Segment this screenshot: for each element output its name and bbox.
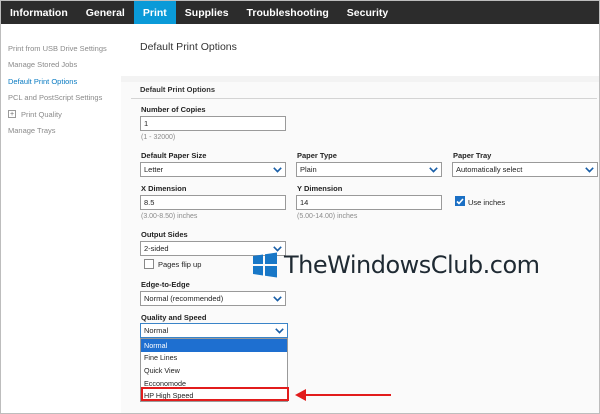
sidebar-item-default-print-options[interactable]: Default Print Options: [1, 73, 121, 90]
copies-hint: (1 - 32000): [141, 134, 176, 141]
edge-to-edge-label: Edge-to-Edge: [141, 280, 190, 289]
sidebar-item-print-quality[interactable]: + Print Quality: [1, 106, 121, 123]
copies-label: Number of Copies: [141, 105, 206, 114]
chevron-down-icon: [270, 163, 285, 176]
chevron-down-icon: [582, 163, 597, 176]
dropdown-option-quick-view[interactable]: Quick View: [141, 364, 287, 377]
tab-security[interactable]: Security: [338, 1, 397, 24]
sidebar-item-label: Print Quality: [21, 109, 62, 119]
quality-speed-value: Normal: [144, 326, 169, 335]
quality-speed-select[interactable]: Normal: [140, 323, 288, 338]
tab-information[interactable]: Information: [1, 1, 77, 24]
output-sides-label: Output Sides: [141, 230, 188, 239]
paper-tray-label: Paper Tray: [453, 151, 492, 160]
sidebar-item-usb-settings[interactable]: Print from USB Drive Settings: [1, 40, 121, 57]
paper-size-value: Letter: [144, 165, 164, 174]
chevron-down-icon: [272, 324, 287, 337]
x-dimension-hint: (3.00-8.50) inches: [141, 213, 198, 220]
copies-input[interactable]: 1: [140, 116, 286, 131]
printer-web-ui: Information General Print Supplies Troub…: [0, 0, 600, 414]
y-dimension-input[interactable]: 14: [296, 195, 442, 210]
dropdown-option-normal[interactable]: Normal: [141, 339, 287, 352]
divider: [131, 98, 597, 99]
edge-to-edge-select[interactable]: Normal (recommended): [140, 291, 286, 306]
left-arrow-icon: [295, 389, 391, 401]
y-dimension-label: Y Dimension: [297, 184, 343, 193]
top-tab-bar: Information General Print Supplies Troub…: [1, 1, 599, 24]
sidebar-item-pcl-postscript[interactable]: PCL and PostScript Settings: [1, 90, 121, 107]
page-title: Default Print Options: [140, 41, 237, 53]
checkmark-icon: [456, 197, 464, 205]
y-dimension-hint: (5.00-14.00) inches: [297, 213, 358, 220]
sidebar: Print from USB Drive Settings Manage Sto…: [1, 24, 121, 413]
pages-flip-up-label: Pages flip up: [158, 260, 202, 269]
paper-tray-select[interactable]: Automatically select: [452, 162, 598, 177]
sidebar-item-manage-trays[interactable]: Manage Trays: [1, 123, 121, 140]
section-heading: Default Print Options: [140, 85, 215, 94]
tab-general[interactable]: General: [77, 1, 134, 24]
dropdown-option-fine-lines[interactable]: Fine Lines: [141, 352, 287, 365]
x-dimension-input[interactable]: 8.5: [140, 195, 286, 210]
paper-type-select[interactable]: Plain: [296, 162, 442, 177]
use-inches-label: Use inches: [468, 198, 506, 207]
chevron-down-icon: [270, 292, 285, 305]
paper-size-select[interactable]: Letter: [140, 162, 286, 177]
paper-type-label: Paper Type: [297, 151, 337, 160]
output-sides-select[interactable]: 2-sided: [140, 241, 286, 256]
paper-type-value: Plain: [300, 165, 317, 174]
x-dimension-label: X Dimension: [141, 184, 187, 193]
edge-to-edge-value: Normal (recommended): [144, 294, 224, 303]
annotation-highlight-box: [141, 387, 289, 401]
use-inches-checkbox[interactable]: [455, 196, 465, 206]
paper-size-label: Default Paper Size: [141, 151, 207, 160]
output-sides-value: 2-sided: [144, 244, 169, 253]
sidebar-item-stored-jobs[interactable]: Manage Stored Jobs: [1, 57, 121, 74]
expand-icon[interactable]: +: [8, 110, 16, 119]
tab-troubleshooting[interactable]: Troubleshooting: [238, 1, 338, 24]
pages-flip-up-checkbox[interactable]: [144, 259, 154, 269]
tab-supplies[interactable]: Supplies: [176, 1, 238, 24]
chevron-down-icon: [426, 163, 441, 176]
paper-tray-value: Automatically select: [456, 165, 523, 174]
chevron-down-icon: [270, 242, 285, 255]
quality-speed-label: Quality and Speed: [141, 313, 207, 322]
tab-print[interactable]: Print: [133, 1, 176, 24]
